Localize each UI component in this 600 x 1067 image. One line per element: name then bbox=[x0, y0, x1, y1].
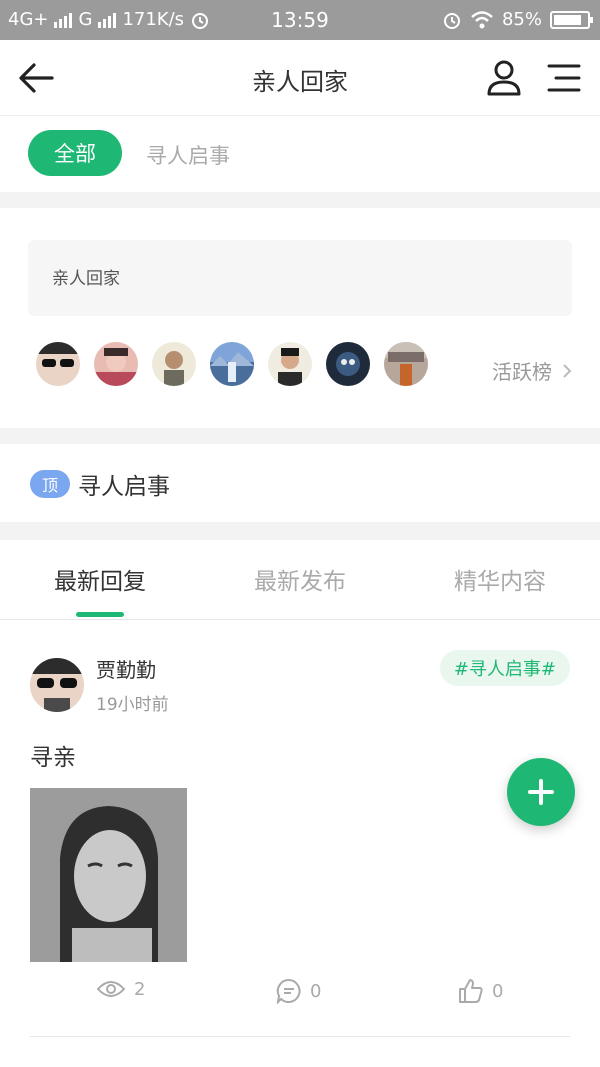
filter-all-chip[interactable]: 全部 bbox=[28, 130, 122, 176]
post-title: 寻亲 bbox=[30, 745, 76, 771]
member-avatar[interactable] bbox=[268, 342, 312, 386]
post-author[interactable]: 贾勤勤 bbox=[96, 654, 156, 683]
eye-icon bbox=[96, 981, 126, 997]
nav-bar: 亲人回家 bbox=[0, 40, 600, 116]
battery-fill bbox=[554, 14, 582, 25]
plus-icon bbox=[528, 779, 554, 805]
member-avatar[interactable] bbox=[210, 342, 254, 386]
views-stat: 2 bbox=[96, 978, 145, 1000]
post-time: 19小时前 bbox=[96, 695, 169, 715]
member-avatar[interactable] bbox=[94, 342, 138, 386]
leaderboard-link[interactable]: 活跃榜 bbox=[492, 356, 572, 385]
tab-latest-post[interactable]: 最新发布 bbox=[200, 562, 400, 596]
filter-bar: 全部 寻人启事 bbox=[0, 116, 600, 192]
tab-latest-reply[interactable]: 最新回复 bbox=[0, 562, 200, 596]
thumbs-up-icon bbox=[459, 979, 483, 1003]
avatar[interactable] bbox=[30, 658, 84, 712]
comments-stat[interactable]: 0 bbox=[276, 978, 321, 1004]
add-post-button[interactable] bbox=[507, 758, 575, 826]
views-count: 2 bbox=[134, 978, 146, 1000]
tab-featured[interactable]: 精华内容 bbox=[400, 562, 600, 596]
post-card[interactable]: 贾勤勤 19小时前 #寻人启事# 寻亲 2 0 0 bbox=[0, 620, 600, 1067]
divider bbox=[30, 1036, 570, 1037]
community-description: 亲人回家 bbox=[28, 240, 572, 316]
member-avatar[interactable] bbox=[36, 342, 80, 386]
member-avatar[interactable] bbox=[152, 342, 196, 386]
alarm-icon bbox=[443, 12, 460, 29]
comment-icon bbox=[276, 978, 301, 1004]
sort-tabs: 最新回复 最新发布 精华内容 bbox=[0, 540, 600, 620]
community-card: 亲人回家 活跃榜 bbox=[0, 208, 600, 428]
post-photo[interactable] bbox=[30, 788, 187, 962]
pinned-badge: 顶 bbox=[30, 470, 70, 498]
active-members[interactable] bbox=[36, 342, 428, 386]
active-tab-indicator bbox=[76, 612, 124, 617]
status-bar: 4G+ G 171K/s 13:59 85% bbox=[0, 0, 600, 40]
filter-missing-chip[interactable]: 寻人启事 bbox=[146, 140, 230, 170]
status-right: 85% bbox=[442, 9, 593, 30]
post-tag[interactable]: #寻人启事# bbox=[439, 650, 570, 686]
pinned-title: 寻人启事 bbox=[78, 474, 170, 500]
battery-percent: 85% bbox=[501, 9, 542, 30]
wifi-icon bbox=[471, 10, 493, 28]
pinned-post[interactable]: 顶 寻人启事 bbox=[0, 444, 600, 522]
leaderboard-label: 活跃榜 bbox=[492, 360, 552, 384]
member-avatar[interactable] bbox=[384, 342, 428, 386]
likes-count: 0 bbox=[492, 980, 504, 1002]
comments-count: 0 bbox=[310, 980, 322, 1002]
likes-stat[interactable]: 0 bbox=[458, 978, 503, 1004]
user-icon[interactable] bbox=[484, 58, 524, 98]
post-stats: 2 0 0 bbox=[0, 978, 600, 1014]
menu-icon[interactable] bbox=[544, 58, 584, 98]
chevron-right-icon bbox=[563, 363, 572, 378]
battery-icon bbox=[550, 10, 593, 29]
member-avatar[interactable] bbox=[326, 342, 370, 386]
